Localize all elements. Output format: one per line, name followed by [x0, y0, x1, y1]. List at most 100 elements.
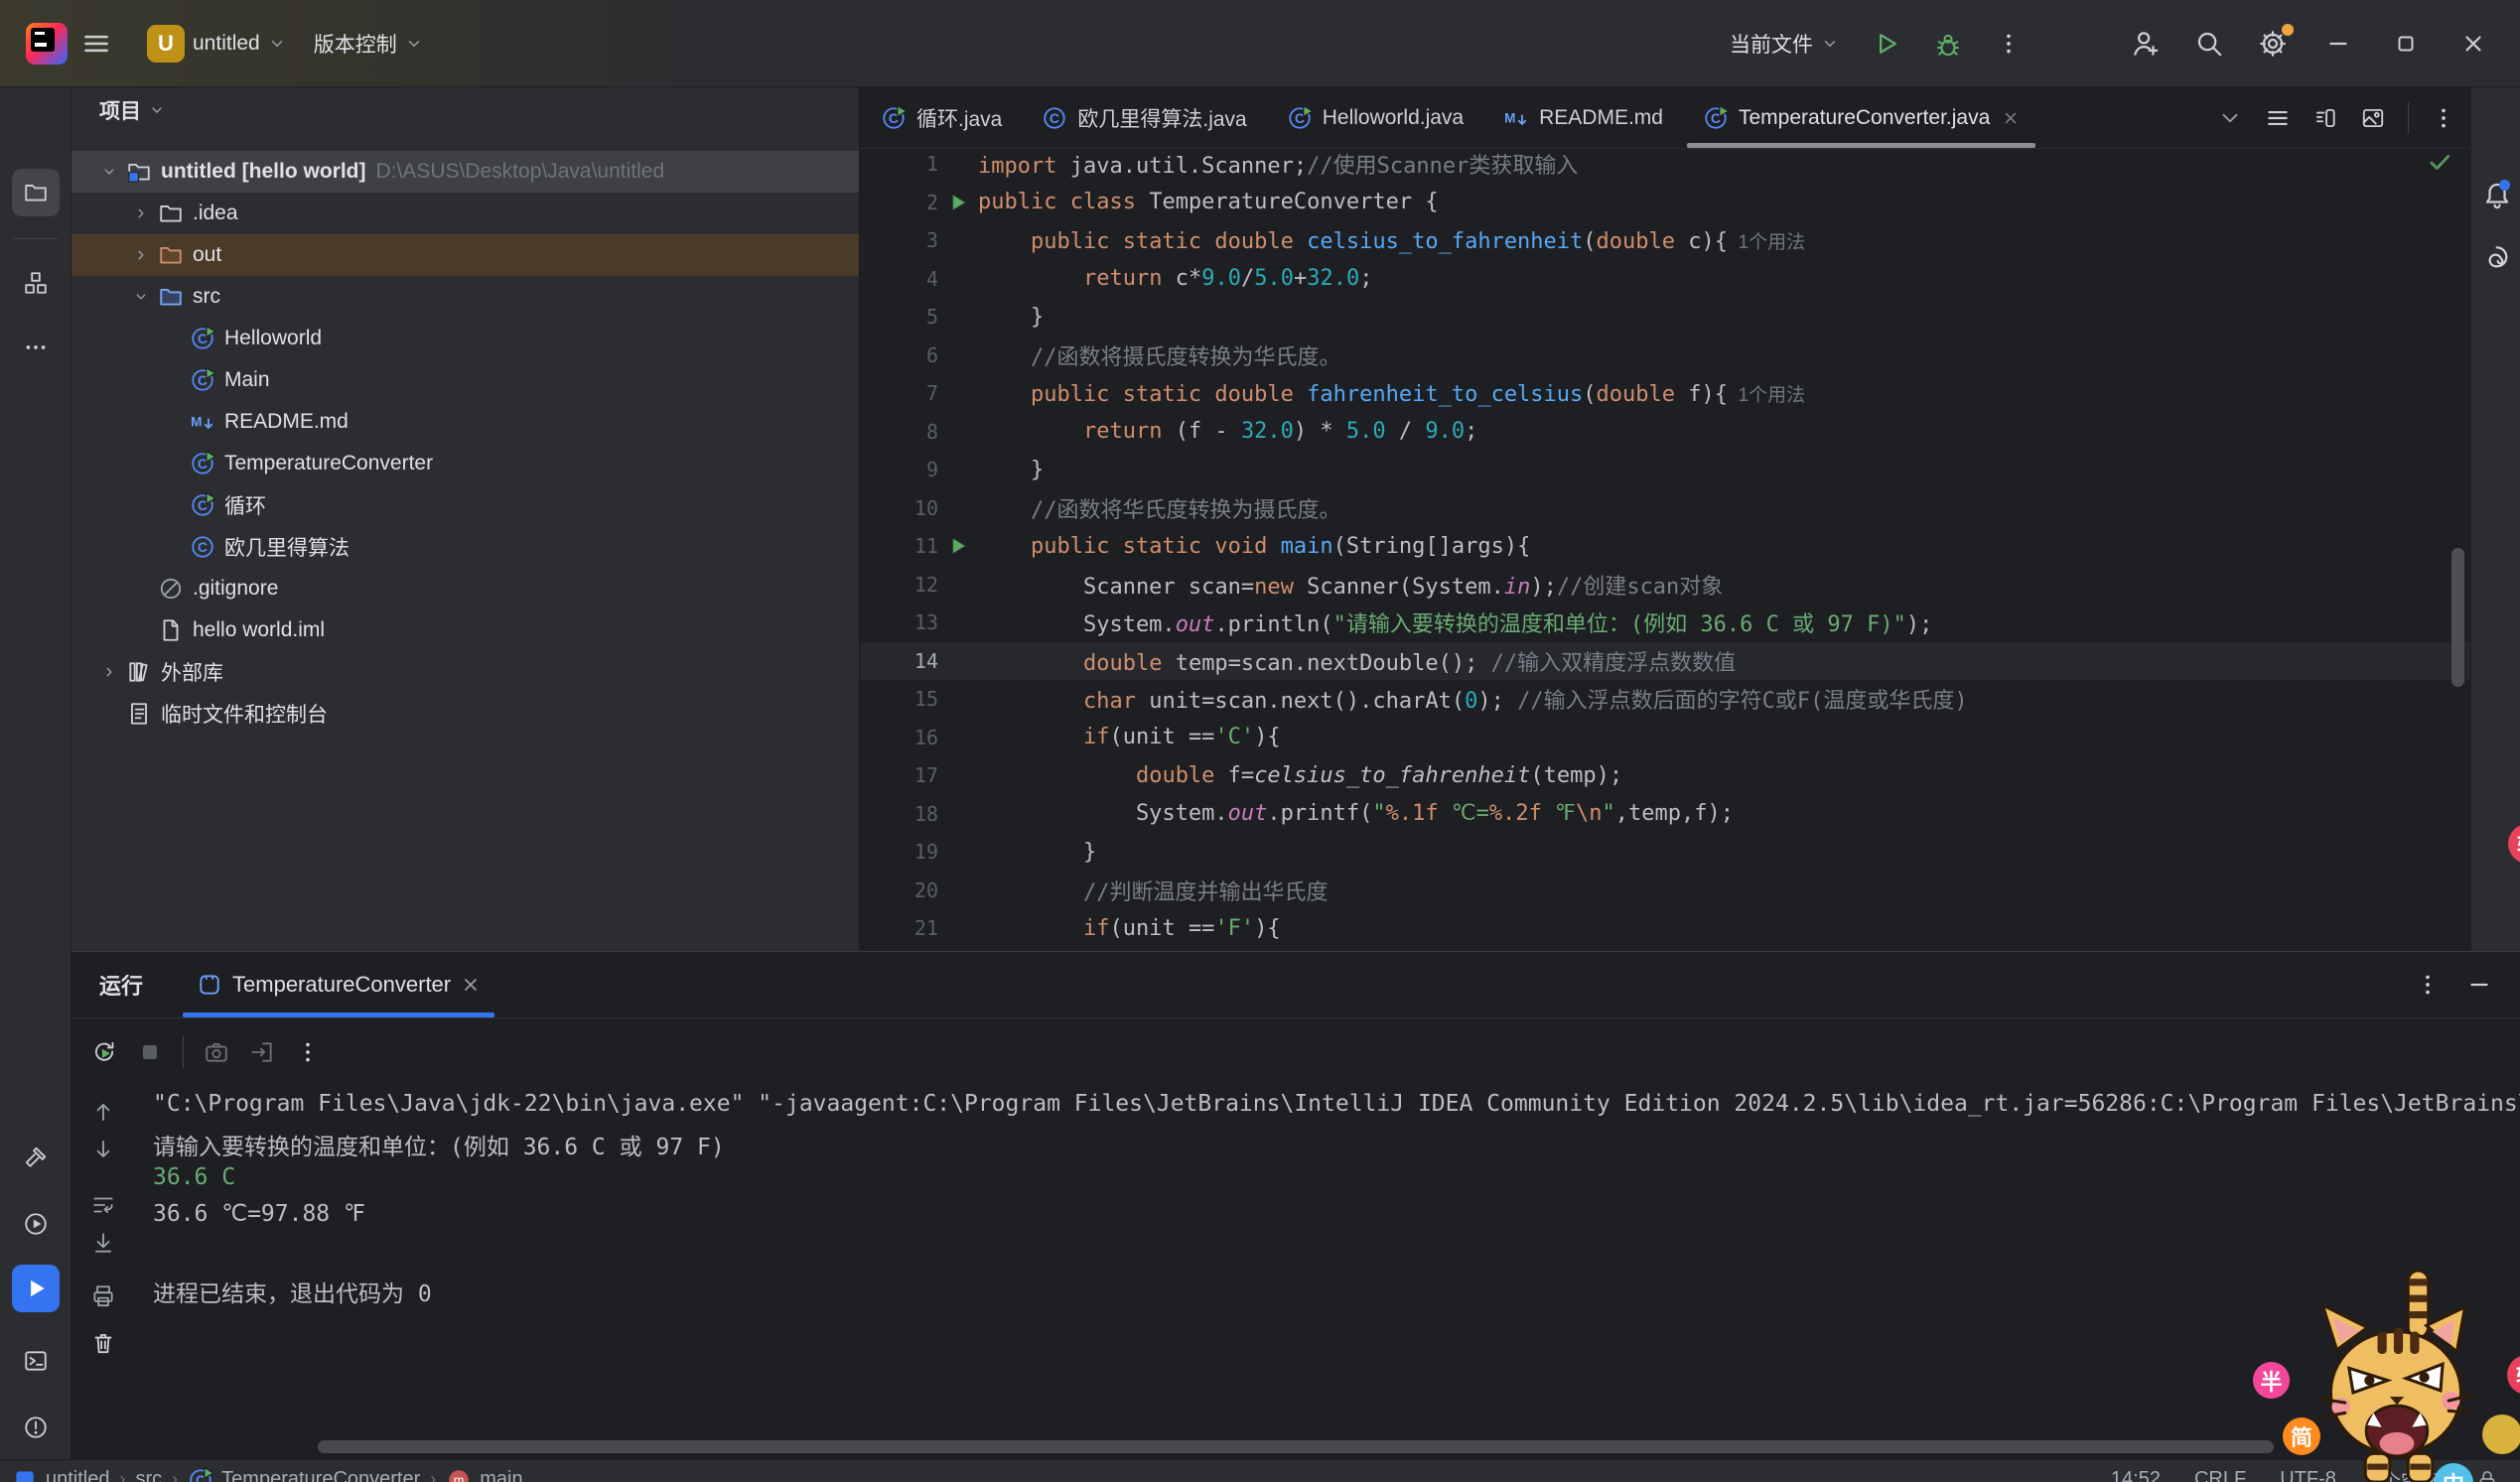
more-actions-button[interactable] [1982, 16, 2035, 71]
gutter-run-icon[interactable] [948, 193, 968, 212]
status-item[interactable]: 14:52 [2111, 1468, 2161, 1482]
stripe-play-circle-button[interactable] [12, 1200, 60, 1248]
kebab-button[interactable] [295, 1039, 321, 1065]
tree-item-.idea[interactable]: .idea [71, 193, 859, 234]
tab-循环.java[interactable]: C循环.java [861, 87, 1022, 148]
arrow-up-button[interactable] [87, 1096, 119, 1128]
settings-button[interactable] [2244, 16, 2302, 71]
export-button[interactable] [249, 1039, 275, 1065]
stripe-structure-button[interactable] [12, 259, 60, 307]
status-item[interactable]: CRLF [2194, 1468, 2246, 1482]
tree-item-src[interactable]: src [71, 276, 859, 318]
scratch-icon [126, 701, 152, 727]
stripe-run-active-button[interactable] [12, 1265, 60, 1312]
maximize-button[interactable] [2375, 16, 2437, 71]
stripe-problems-button[interactable] [12, 1404, 60, 1451]
tab-README.md[interactable]: MREADME.md [1483, 87, 1683, 148]
debug-button[interactable] [1920, 16, 1976, 71]
trash-button[interactable] [87, 1327, 119, 1359]
stripe-hammer-button[interactable] [12, 1134, 60, 1181]
search-everywhere-button[interactable] [2180, 16, 2238, 71]
list-icon[interactable] [2265, 105, 2291, 131]
ime-badge[interactable] [2482, 1415, 2520, 1454]
tree-item-TemperatureConverter[interactable]: CTemperatureConverter [71, 443, 859, 484]
chevron-down-icon[interactable] [95, 163, 123, 181]
editor-scrollbar[interactable] [2451, 548, 2464, 687]
kebab-icon[interactable] [2431, 105, 2456, 131]
tree-item-Helloworld[interactable]: CHelloworld [71, 318, 859, 359]
run-button[interactable] [1859, 16, 1914, 71]
tree-item-untitled-hello-world-[interactable]: untitled [hello world]D:\ASUS\Desktop\Ja… [71, 151, 859, 193]
tab-Helloworld.java[interactable]: CHelloworld.java [1267, 87, 1483, 148]
code-editor[interactable]: 1import java.util.Scanner;//使用Scanner类获取… [861, 145, 2470, 948]
terminal-icon [23, 1348, 49, 1374]
breadcrumb-untitled[interactable]: untitled [12, 1467, 110, 1482]
hide-panel-icon[interactable] [2466, 972, 2492, 998]
tree-item-out[interactable]: out [71, 234, 859, 276]
tree-item-.gitignore[interactable]: .gitignore [71, 568, 859, 609]
notification-dot [2499, 180, 2510, 191]
tree-item-README.md[interactable]: MREADME.md [71, 401, 859, 443]
close-button[interactable] [2443, 16, 2504, 71]
scroll-end-button[interactable] [87, 1227, 119, 1259]
chevron-right-icon[interactable] [95, 663, 123, 681]
soft-wrap-button[interactable] [87, 1189, 119, 1221]
tree-item-外部库[interactable]: 外部库 [71, 651, 859, 693]
breadcrumb-TemperatureConverter[interactable]: CTemperatureConverter [188, 1467, 420, 1482]
tab-close-icon[interactable] [2002, 109, 2020, 127]
gutter-run-icon[interactable] [948, 536, 968, 556]
breadcrumb-main[interactable]: mmain [446, 1467, 522, 1482]
chevron-right-icon[interactable] [127, 204, 155, 222]
bug-icon [1934, 30, 1962, 58]
ime-badge-简[interactable]: 简 [2283, 1417, 2320, 1455]
tree-item-Main[interactable]: CMain [71, 359, 859, 401]
ime-badge-半[interactable]: 半 [2253, 1362, 2290, 1399]
stripe-terminal-button[interactable] [12, 1337, 60, 1385]
project-widget[interactable]: U untitled [133, 16, 300, 71]
line-number: 18 [861, 802, 938, 826]
console-output[interactable]: "C:\Program Files\Java\jdk-22\bin\java.e… [153, 1091, 2520, 1429]
stripe-folder-button[interactable] [12, 169, 60, 216]
search-icon [2194, 29, 2224, 59]
arrow-down-button[interactable] [87, 1134, 119, 1165]
play-circle-icon [23, 1211, 49, 1237]
code-with-me-button[interactable] [2117, 16, 2174, 71]
class-run-icon: C [190, 451, 215, 476]
camera-button[interactable] [204, 1039, 229, 1065]
run-tab-close-icon[interactable] [461, 975, 481, 995]
bell-icon [2482, 180, 2512, 209]
method-icon: m [446, 1467, 472, 1482]
rerun-button[interactable] [91, 1039, 117, 1065]
breadcrumb-src[interactable]: src [136, 1468, 163, 1482]
tab-欧几里得算法.java[interactable]: C欧几里得算法.java [1022, 87, 1266, 148]
run-tab[interactable]: TemperatureConverter [183, 952, 494, 1017]
main-menu-button[interactable] [68, 16, 125, 71]
tree-item-欧几里得算法[interactable]: C欧几里得算法 [71, 526, 859, 568]
stripe-more-button[interactable] [12, 324, 60, 371]
minimize-button[interactable] [2308, 16, 2369, 71]
project-folder-icon [126, 159, 152, 185]
tree-item-hello-world.iml[interactable]: hello world.iml [71, 609, 859, 651]
console-hscrollbar[interactable] [318, 1440, 2274, 1453]
chevron-down-icon[interactable] [2217, 105, 2243, 131]
split-icon[interactable] [2312, 105, 2338, 131]
tree-item-临时文件和控制台[interactable]: 临时文件和控制台 [71, 693, 859, 735]
breadcrumb: untitled›src›CTemperatureConverter›mmain [0, 1467, 523, 1482]
chevron-right-icon[interactable] [127, 246, 155, 264]
stop-button[interactable] [137, 1039, 163, 1065]
tab-TemperatureConverter.java[interactable]: CTemperatureConverter.java [1683, 87, 2039, 148]
tree-item-循环[interactable]: C循环 [71, 484, 859, 526]
code-line-3: 3 public static double celsius_to_fahren… [861, 221, 2470, 260]
notifications-button[interactable] [2479, 177, 2515, 212]
project-panel-header[interactable]: 项目 [71, 87, 859, 133]
ai-assistant-button[interactable] [2479, 242, 2515, 278]
badge-icon [12, 1467, 38, 1482]
run-options-kebab-icon[interactable] [2415, 972, 2441, 998]
editor-area: C循环.javaC欧几里得算法.javaCHelloworld.javaMREA… [861, 87, 2470, 951]
preview-icon[interactable] [2360, 105, 2386, 131]
chevron-down-icon[interactable] [127, 288, 155, 306]
folder-icon [23, 180, 49, 205]
print-button[interactable] [87, 1280, 119, 1312]
vcs-widget[interactable]: 版本控制 [300, 16, 437, 71]
run-config-widget[interactable]: 当前文件 [1716, 16, 1853, 71]
